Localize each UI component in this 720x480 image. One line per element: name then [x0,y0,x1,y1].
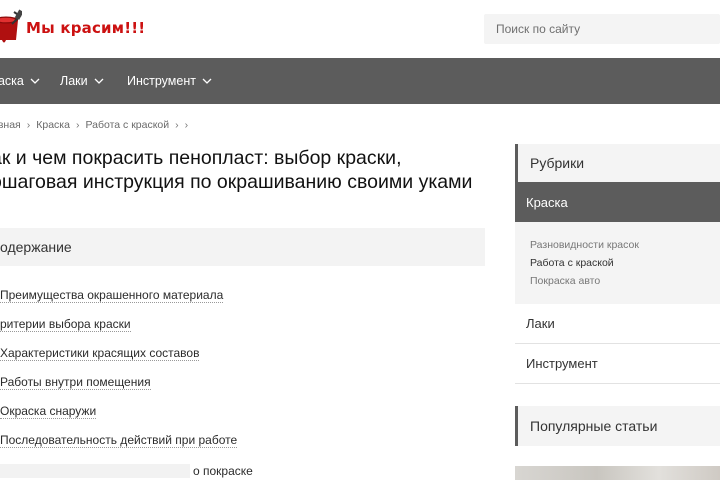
search-input[interactable] [484,14,720,44]
list-item: Характеристики красящих составов [0,343,237,372]
toc-link[interactable]: о покраске [193,461,253,480]
site-header: Мы красим!!! [0,0,720,58]
toc-heading[interactable]: одержание [0,228,485,266]
popular-article-thumbnail[interactable] [515,466,720,480]
paint-bucket-icon [0,8,24,48]
breadcrumb-home[interactable]: авная [0,119,21,131]
sidebar-subitem-working-with-paint[interactable]: Работа с краской [530,254,720,272]
chevron-down-icon [94,76,104,86]
toc-link[interactable]: Работы внутри помещения [0,375,151,390]
breadcrumb-paint[interactable]: Краска [36,119,70,131]
site-logo[interactable]: Мы красим!!! [0,8,145,48]
sidebar-subcategories: Разновидности красок Работа с краской По… [515,222,720,304]
nav-item-label: Лаки [60,74,88,88]
sidebar-subitem-car-painting[interactable]: Покраска авто [530,272,720,290]
toc-link[interactable]: Характеристики красящих составов [0,346,200,361]
obscured-text [0,464,190,478]
main-nav: раска Лаки Инструмент [0,58,720,104]
toc-link[interactable]: ритерии выбора краски [0,317,131,332]
toc-link[interactable]: Окраска снаружи [0,404,97,419]
sidebar-item-tools[interactable]: Инструмент [515,344,720,384]
list-item: Работы внутри помещения [0,372,237,401]
toc-last-item: о покраске [0,461,260,480]
breadcrumb-separator: › [175,119,179,131]
toc-link[interactable]: Последовательность действий при работе [0,433,238,448]
breadcrumb-working-with-paint[interactable]: Работа с краской [85,119,169,131]
logo-text: Мы красим!!! [26,19,146,37]
nav-item-paint[interactable]: раска [0,74,40,88]
toc-link[interactable]: Преимущества окрашенного материала [0,288,224,303]
list-item: Преимущества окрашенного материала [0,285,237,314]
chevron-down-icon [30,76,40,86]
list-item: ритерии выбора краски [0,314,237,343]
sidebar-item-paint[interactable]: Краска [515,182,720,222]
chevron-down-icon [202,76,212,86]
nav-item-label: раска [0,74,24,88]
nav-item-tools[interactable]: Инструмент [127,74,212,88]
page-title: ак и чем покрасить пенопласт: выбор крас… [0,147,473,193]
sidebar-item-varnish[interactable]: Лаки [515,304,720,344]
sidebar-rubrics-title: Рубрики [515,144,720,182]
list-item: Последовательность действий при работе [0,430,238,459]
nav-item-label: Инструмент [127,74,196,88]
sidebar-popular-title: Популярные статьи [515,406,720,446]
sidebar-subitem-paint-types[interactable]: Разновидности красок [530,236,720,254]
breadcrumb-separator: › [26,119,31,131]
breadcrumb-separator: › [184,119,189,131]
breadcrumb: авная › Краска › Работа с краской › › [0,119,194,131]
breadcrumb-separator: › [75,119,80,131]
list-item: Окраска снаружи [0,401,237,430]
toc-list: Преимущества окрашенного материала ритер… [0,285,238,459]
nav-item-varnish[interactable]: Лаки [60,74,104,88]
